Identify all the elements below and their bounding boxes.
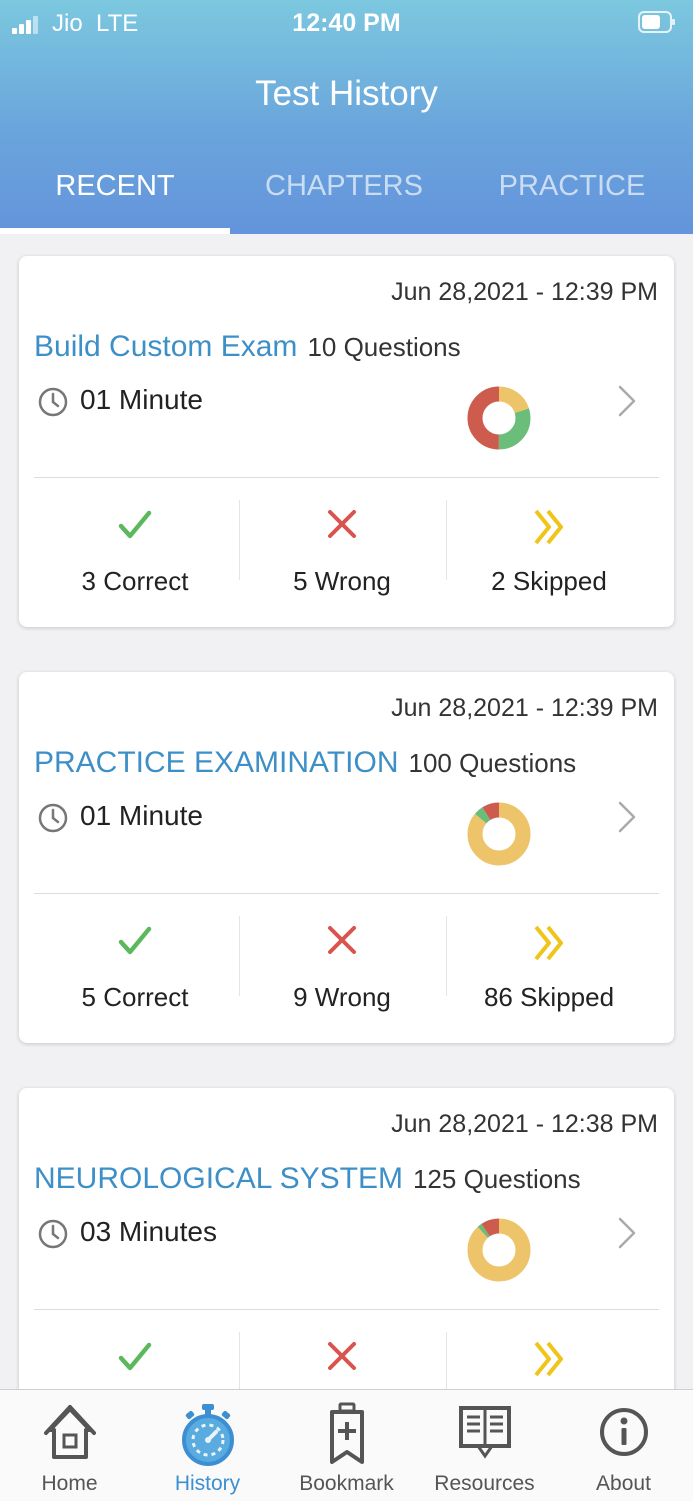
donut-segment-skipped <box>467 1218 531 1282</box>
question-count: 100 Questions <box>408 748 577 778</box>
wrong-stat: 9 Wrong <box>239 916 445 1012</box>
cross-icon <box>328 510 356 538</box>
nav-home[interactable]: Home <box>0 1390 139 1501</box>
correct-count: 3 Correct <box>81 566 189 596</box>
check-icon <box>118 926 152 955</box>
score-donut-chart <box>467 802 531 866</box>
chevron-right-icon[interactable] <box>617 384 637 418</box>
cross-icon <box>328 1342 356 1370</box>
score-donut-chart <box>467 386 531 450</box>
correct-stat: 3 Correct <box>32 500 238 596</box>
test-name-row: Build Custom Exam 10 Questions <box>34 330 461 364</box>
test-name: Build Custom Exam <box>34 330 298 363</box>
test-name-row: PRACTICE EXAMINATION 100 Questions <box>34 746 576 780</box>
bookmark-icon <box>329 1402 364 1464</box>
info-icon <box>599 1408 648 1456</box>
score-donut-chart <box>467 1218 531 1282</box>
question-count: 10 Questions <box>307 332 461 362</box>
bottom-navigation: Home History Bookmark Resources About <box>0 1389 693 1501</box>
battery-icon <box>638 11 675 33</box>
skipped-stat: 86 Skipped <box>446 916 652 1012</box>
status-time: 12:40 PM <box>292 9 401 37</box>
clock-icon <box>38 803 68 833</box>
clock-icon <box>38 1219 68 1249</box>
double-chevron-icon <box>534 1341 563 1377</box>
nav-bookmark[interactable]: Bookmark <box>277 1390 416 1501</box>
divider <box>34 893 659 894</box>
book-icon <box>458 1406 511 1459</box>
chevron-right-icon[interactable] <box>617 1216 637 1250</box>
active-tab-indicator <box>0 228 230 234</box>
test-name-row: NEUROLOGICAL SYSTEM 125 Questions <box>34 1162 581 1196</box>
wrong-count: 9 Wrong <box>293 982 391 1012</box>
test-card[interactable]: Jun 28,2021 - 12:39 PM Build Custom Exam… <box>19 256 674 627</box>
status-bar: Jio LTE 12:40 PM <box>0 0 693 46</box>
question-count: 125 Questions <box>412 1164 581 1194</box>
correct-count: 5 Correct <box>81 982 189 1012</box>
tab-recent[interactable]: RECENT <box>0 170 230 203</box>
test-duration: 03 Minutes <box>80 1216 217 1247</box>
nav-about[interactable]: About <box>554 1390 693 1501</box>
home-icon <box>43 1405 96 1459</box>
cross-icon <box>328 926 356 954</box>
test-duration: 01 Minute <box>80 384 203 415</box>
wrong-stat: 5 Wrong <box>239 500 445 596</box>
double-chevron-icon <box>534 925 563 961</box>
test-duration: 01 Minute <box>80 800 203 831</box>
nav-resources[interactable]: Resources <box>415 1390 554 1501</box>
app-header: Jio LTE 12:40 PM Test History RECENT CHA… <box>0 0 693 234</box>
test-date: Jun 28,2021 - 12:39 PM <box>391 694 658 722</box>
test-date: Jun 28,2021 - 12:38 PM <box>391 1110 658 1138</box>
tab-practice[interactable]: PRACTICE <box>457 170 687 203</box>
skipped-stat: 2 Skipped <box>446 500 652 596</box>
correct-stat: 5 Correct <box>32 916 238 1012</box>
divider <box>34 1309 659 1310</box>
stopwatch-icon <box>181 1404 234 1466</box>
nav-history[interactable]: History <box>138 1390 277 1501</box>
nav-label: Home <box>41 1472 98 1495</box>
divider <box>34 477 659 478</box>
skipped-count: 86 Skipped <box>483 982 615 1012</box>
test-name: PRACTICE EXAMINATION <box>34 746 399 779</box>
clock-icon <box>38 387 68 417</box>
double-chevron-icon <box>534 509 563 545</box>
nav-label: History <box>174 1472 241 1495</box>
nav-label: About <box>596 1472 651 1495</box>
nav-label: Resources <box>434 1472 535 1495</box>
chevron-right-icon[interactable] <box>617 800 637 834</box>
check-icon <box>118 1342 152 1371</box>
test-card[interactable]: Jun 28,2021 - 12:39 PM PRACTICE EXAMINAT… <box>19 672 674 1043</box>
test-name: NEUROLOGICAL SYSTEM <box>34 1162 403 1195</box>
tab-chapters[interactable]: CHAPTERS <box>229 170 459 203</box>
check-icon <box>118 510 152 539</box>
wrong-count: 5 Wrong <box>293 566 391 596</box>
skipped-count: 2 Skipped <box>491 566 607 596</box>
test-date: Jun 28,2021 - 12:39 PM <box>391 278 658 306</box>
page-title: Test History <box>255 74 438 113</box>
nav-label: Bookmark <box>299 1472 394 1495</box>
